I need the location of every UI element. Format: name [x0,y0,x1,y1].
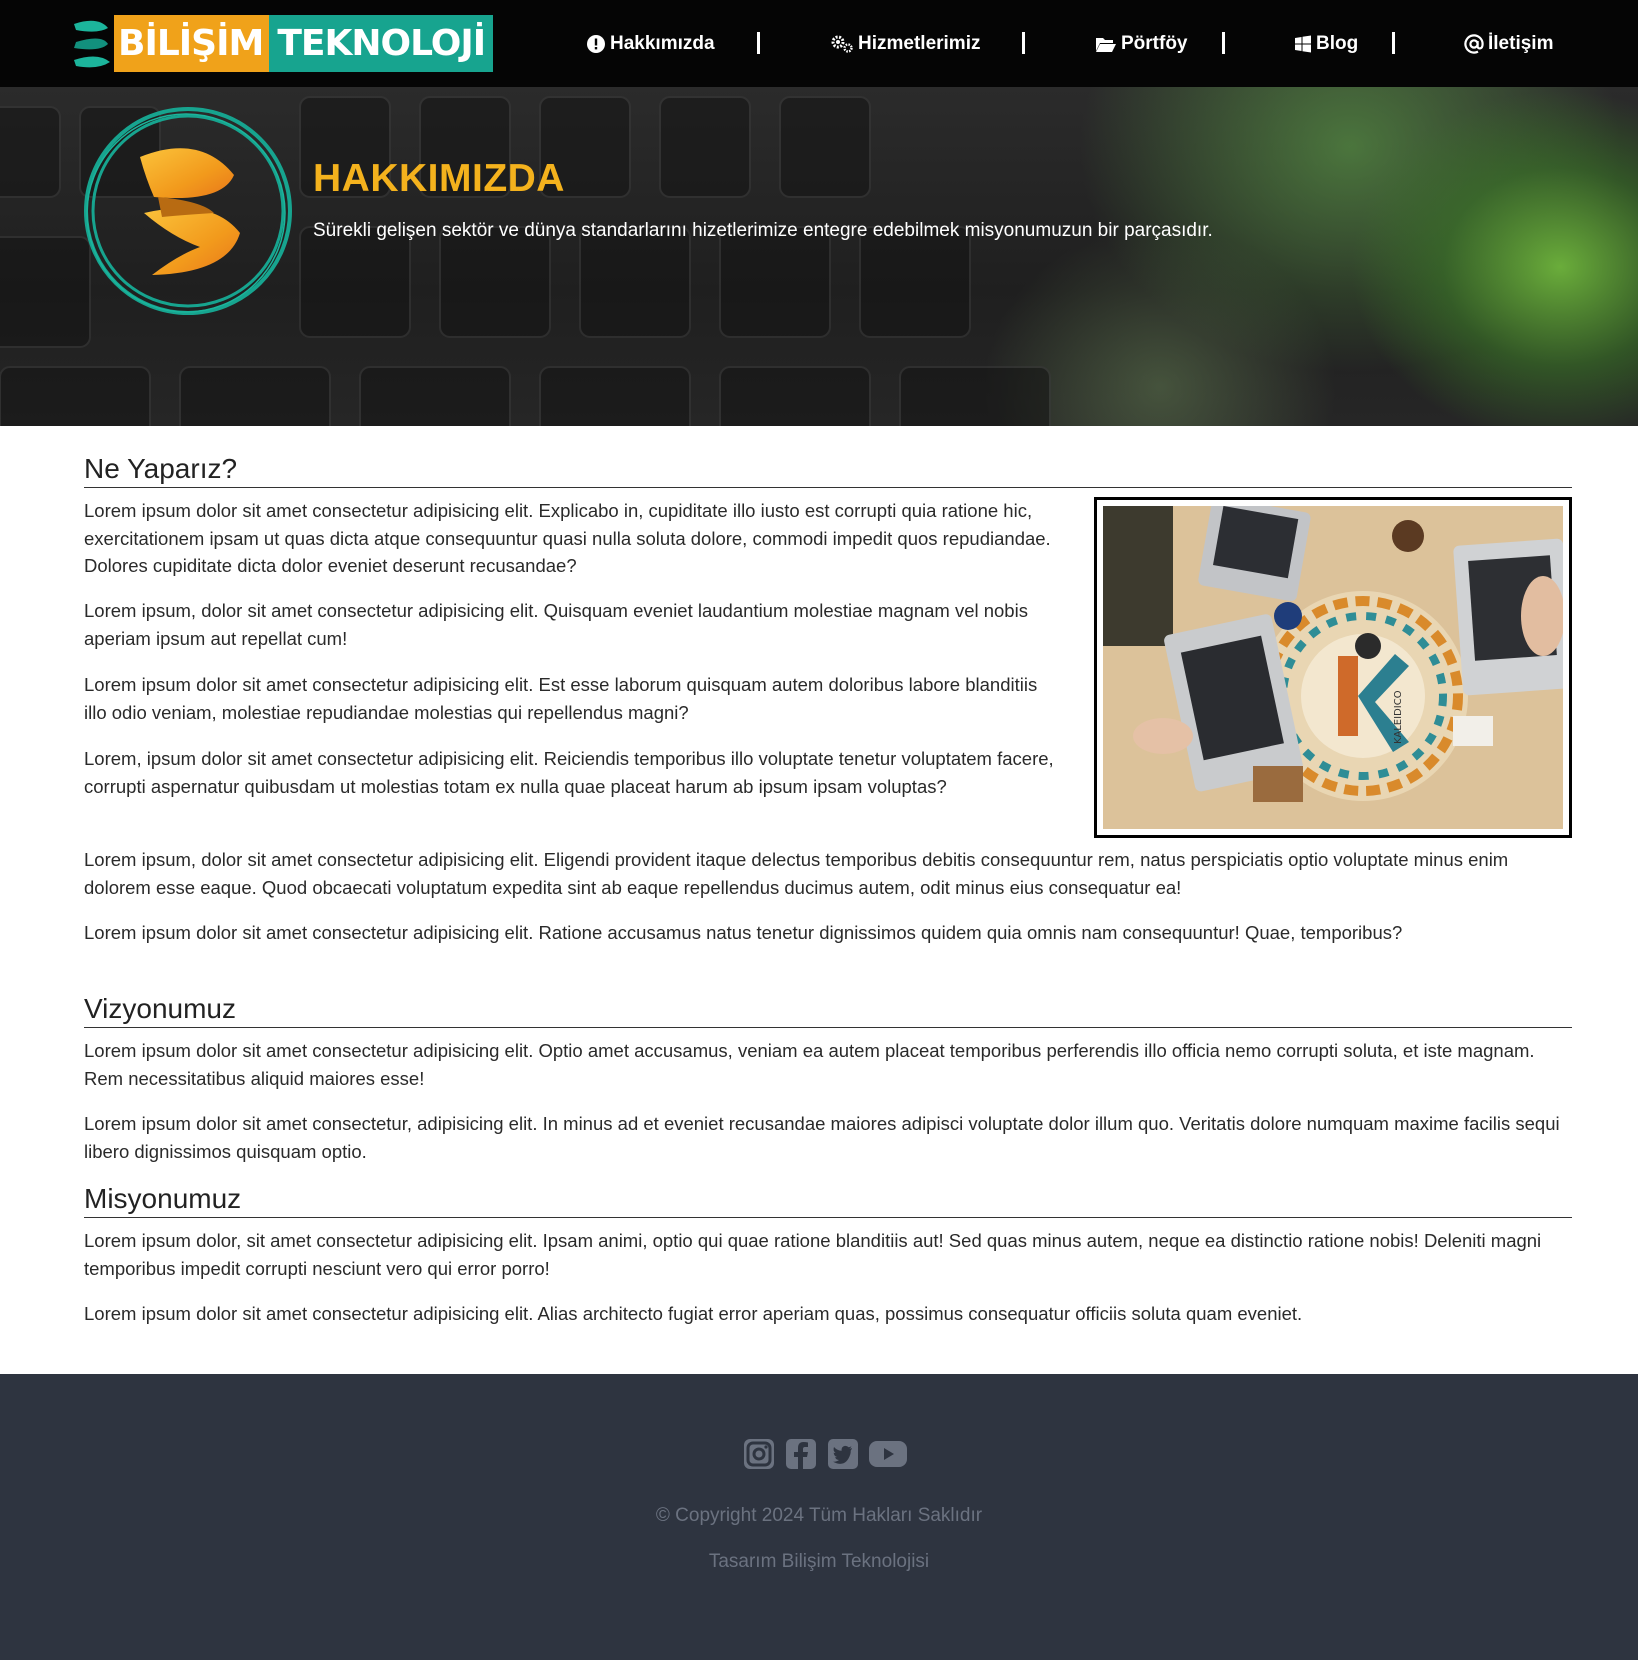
section-heading-misyonumuz: Misyonumuz [84,1183,1572,1218]
hero-title: HAKKIMIZDA [313,157,565,200]
nav-separator [1022,32,1025,54]
nav-item-label: Pörtföy [1121,33,1188,54]
hero-banner: HAKKIMIZDA Sürekli gelişen sektör ve dün… [0,87,1638,426]
top-navbar: BİLİŞİM TEKNOLOJİ Hakkımızda Hizmetlerim… [0,0,1638,87]
paragraph: Lorem ipsum dolor sit amet consectetur a… [84,1303,1303,1324]
windows-icon [1294,35,1312,53]
social-links [742,1437,908,1477]
nav-item-label: Blog [1316,33,1359,54]
hero-subtitle: Sürekli gelişen sektör ve dünya standarl… [313,220,1213,241]
nav-item-hakkimizda[interactable]: Hakkımızda [586,30,715,58]
gears-icon [830,34,854,54]
facebook-icon[interactable] [784,1437,818,1471]
instagram-icon[interactable] [742,1437,776,1471]
brand-logo[interactable]: BİLİŞİM TEKNOLOJİ [68,14,494,73]
footer-design-credit: Tasarım Bilişim Teknolojisi [708,1551,930,1572]
paragraph: Lorem ipsum dolor sit amet consectetur a… [84,674,1038,723]
paragraph: Lorem ipsum dolor sit amet consectetur, … [84,1113,1560,1162]
nav-separator [1222,32,1225,54]
section-heading-ne-yapariz: Ne Yaparız? [84,453,1572,488]
paragraph: Lorem ipsum, dolor sit amet consectetur … [84,849,1509,898]
photo-kaleidico-text: KALEIDICO [1393,690,1404,744]
footer-copyright: © Copyright 2024 Tüm Hakları Saklıdır [655,1505,983,1526]
paragraph: Lorem ipsum dolor sit amet consectetur a… [84,1040,1535,1089]
exclamation-circle-icon [586,34,606,54]
paragraph: Lorem ipsum dolor sit amet consectetur a… [84,922,1403,943]
nav-item-label: İletişim [1488,33,1554,54]
nav-item-blog[interactable]: Blog [1294,30,1358,58]
paragraph: Lorem ipsum dolor, sit amet consectetur … [84,1230,1542,1279]
hero-logo-icon [82,105,294,317]
at-icon [1464,34,1484,54]
brand-mark-icon [68,14,114,73]
nav-separator [1392,32,1395,54]
paragraph: Lorem ipsum dolor sit amet consectetur a… [84,500,1051,576]
nav-item-portfoy[interactable]: Pörtföy [1095,30,1188,58]
team-laptops-photo: KALEIDICO [1103,506,1563,829]
nav-separator [757,32,760,54]
brand-name-part2: TEKNOLOJİ [269,15,494,72]
nav-item-hizmetlerimiz[interactable]: Hizmetlerimiz [830,30,980,58]
paragraph: Lorem ipsum, dolor sit amet consectetur … [84,600,1028,649]
section-heading-vizyonumuz: Vizyonumuz [84,993,1572,1028]
nav-item-label: Hakkımızda [610,33,715,54]
youtube-icon[interactable] [868,1437,908,1471]
nav-item-iletisim[interactable]: İletişim [1464,30,1553,58]
paragraph: Lorem, ipsum dolor sit amet consectetur … [84,748,1054,797]
team-photo-frame: KALEIDICO [1094,497,1572,838]
twitter-icon[interactable] [826,1437,860,1471]
nav-item-label: Hizmetlerimiz [858,33,981,54]
folder-open-icon [1095,35,1117,53]
brand-name-part1: BİLİŞİM [114,15,270,72]
